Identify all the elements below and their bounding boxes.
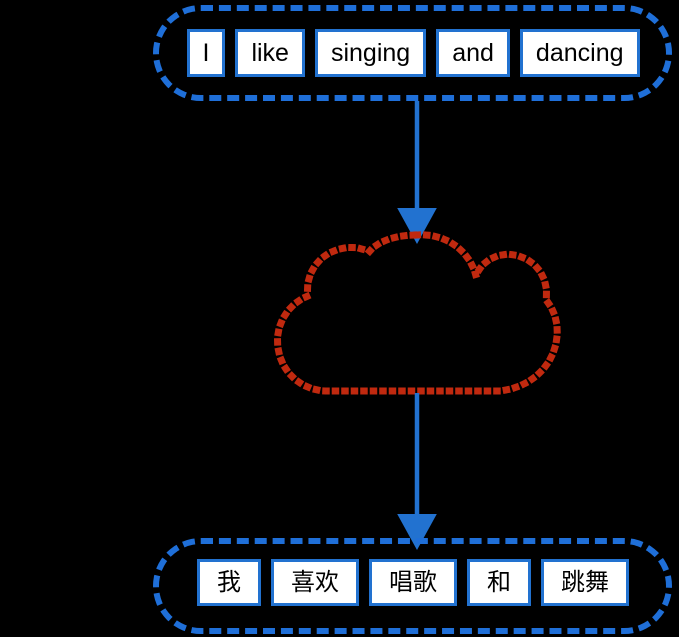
model-cloud-icon	[274, 231, 561, 395]
target-token[interactable]: 唱歌	[369, 558, 457, 606]
diagram-canvas: I like singing and dancing 我 喜欢 唱歌 和 跳舞	[0, 0, 679, 637]
target-token-row: 我 喜欢 唱歌 和 跳舞	[168, 556, 658, 608]
source-token[interactable]: dancing	[519, 29, 640, 77]
target-token[interactable]: 我	[197, 558, 261, 606]
target-token[interactable]: 跳舞	[541, 558, 629, 606]
source-token-row: I like singing and dancing	[168, 26, 658, 80]
source-token[interactable]: I	[186, 29, 226, 77]
target-token[interactable]: 喜欢	[271, 558, 359, 606]
target-token[interactable]: 和	[467, 558, 531, 606]
source-token[interactable]: like	[235, 29, 305, 77]
source-token[interactable]: and	[436, 29, 510, 77]
source-token[interactable]: singing	[314, 29, 427, 77]
